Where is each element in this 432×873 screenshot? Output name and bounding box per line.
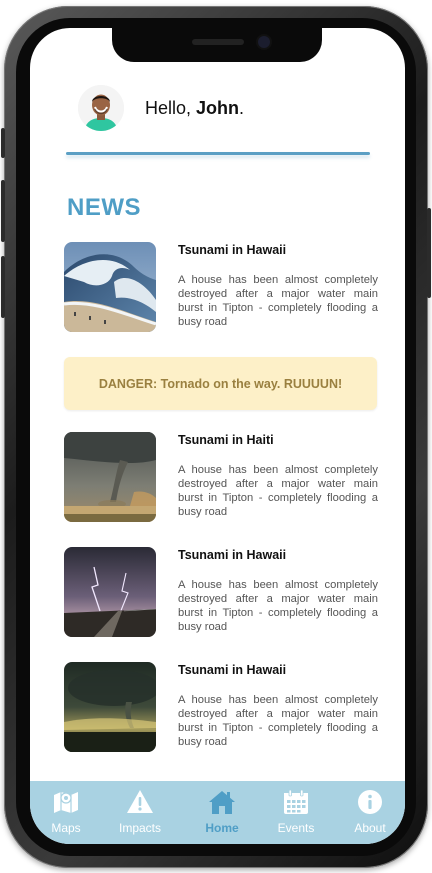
- warning-icon: [127, 790, 153, 813]
- tab-label: Events: [277, 821, 315, 835]
- news-thumbnail-storm: [64, 662, 156, 752]
- tab-events[interactable]: Events: [266, 781, 326, 844]
- news-item-title: Tsunami in Hawaii: [178, 663, 287, 677]
- news-item-description: A house has been almost completely destr…: [178, 274, 378, 328]
- tab-maps[interactable]: Maps: [36, 781, 96, 844]
- header-divider: [66, 152, 370, 155]
- danger-alert[interactable]: DANGER: Tornado on the way. RUUUUN!: [64, 357, 377, 410]
- calendar-icon: [284, 789, 308, 814]
- news-item-title: Tsunami in Hawaii: [178, 548, 287, 562]
- news-item[interactable]: Tsunami in Haiti A house has been almost…: [64, 432, 378, 524]
- power-button: [427, 208, 431, 298]
- volume-down-button: [1, 256, 5, 318]
- news-item-title: Tsunami in Haiti: [178, 433, 274, 447]
- news-item-description: A house has been almost completely destr…: [178, 464, 378, 518]
- screen: Hello, John. NEWS Tsunami in Hawaii A ho…: [30, 28, 405, 844]
- news-item-description: A house has been almost completely destr…: [178, 694, 378, 748]
- news-item[interactable]: Tsunami in Hawaii A house has been almos…: [64, 242, 378, 334]
- news-thumbnail-lightning: [64, 547, 156, 637]
- volume-up-button: [1, 180, 5, 242]
- tab-label: Home: [205, 821, 239, 835]
- greeting: Hello, John.: [145, 98, 244, 119]
- news-thumbnail-wave: [64, 242, 156, 332]
- greeting-prefix: Hello,: [145, 98, 197, 118]
- map-icon: [54, 792, 78, 813]
- info-icon: [358, 790, 382, 814]
- news-item-title: Tsunami in Hawaii: [178, 243, 287, 257]
- news-item[interactable]: Tsunami in Hawaii A house has been almos…: [64, 547, 378, 639]
- bottom-tab-bar: Maps Impacts Home Events About: [30, 781, 405, 844]
- notch: [112, 28, 322, 62]
- news-item[interactable]: Tsunami in Hawaii A house has been almos…: [64, 662, 378, 754]
- home-icon: [209, 791, 235, 814]
- front-camera: [258, 36, 270, 48]
- news-item-description: A house has been almost completely destr…: [178, 579, 378, 633]
- news-heading: NEWS: [67, 194, 141, 221]
- tab-label: Impacts: [118, 821, 161, 835]
- user-name: John: [196, 98, 240, 118]
- speaker: [192, 39, 244, 45]
- news-thumbnail-tornado: [64, 432, 156, 522]
- tab-label: About: [354, 821, 386, 835]
- tab-home[interactable]: Home: [192, 781, 252, 844]
- greeting-suffix: .: [239, 98, 245, 118]
- tab-label: Maps: [51, 821, 81, 835]
- mute-switch: [1, 128, 5, 158]
- tab-about[interactable]: About: [340, 781, 400, 844]
- tab-impacts[interactable]: Impacts: [110, 781, 170, 844]
- avatar[interactable]: [78, 85, 124, 131]
